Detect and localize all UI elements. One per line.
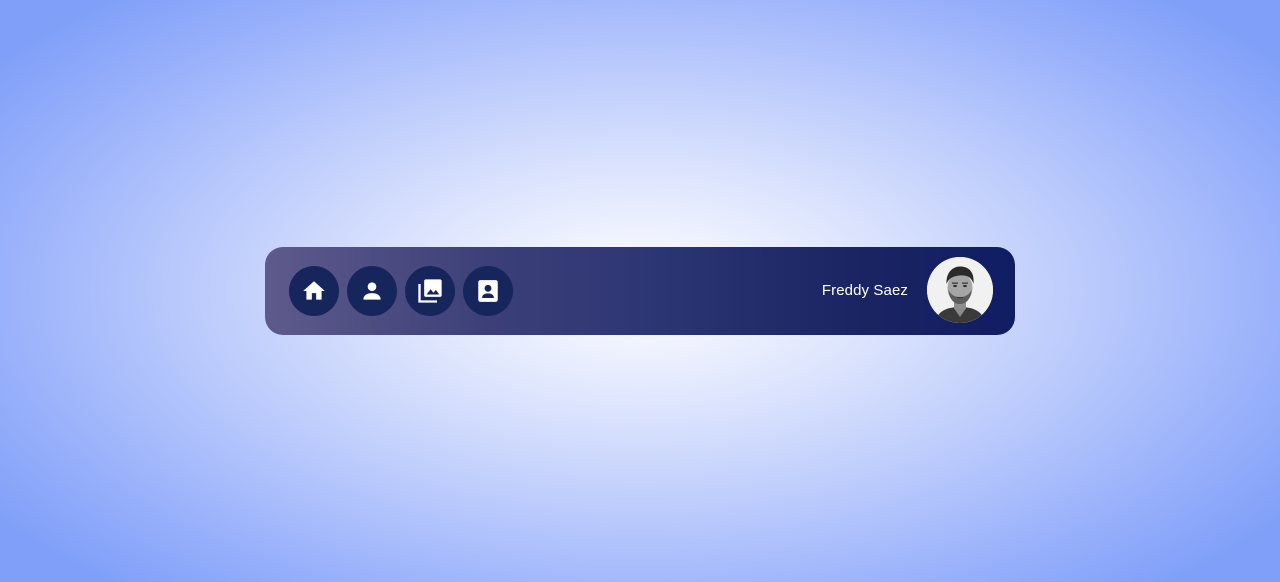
home-icon: [303, 281, 325, 300]
profile-button[interactable]: [347, 266, 397, 316]
nav-icon-group: [289, 266, 513, 316]
person-icon: [363, 282, 381, 300]
contact-card-icon: [478, 280, 498, 302]
photo-library-icon: [418, 279, 442, 303]
contacts-button[interactable]: [463, 266, 513, 316]
avatar[interactable]: [927, 257, 993, 323]
navbar: Freddy Saez: [265, 247, 1015, 335]
home-button[interactable]: [289, 266, 339, 316]
user-name: Freddy Saez: [821, 282, 908, 299]
gallery-button[interactable]: [405, 266, 455, 316]
avatar-photo: [927, 257, 993, 323]
